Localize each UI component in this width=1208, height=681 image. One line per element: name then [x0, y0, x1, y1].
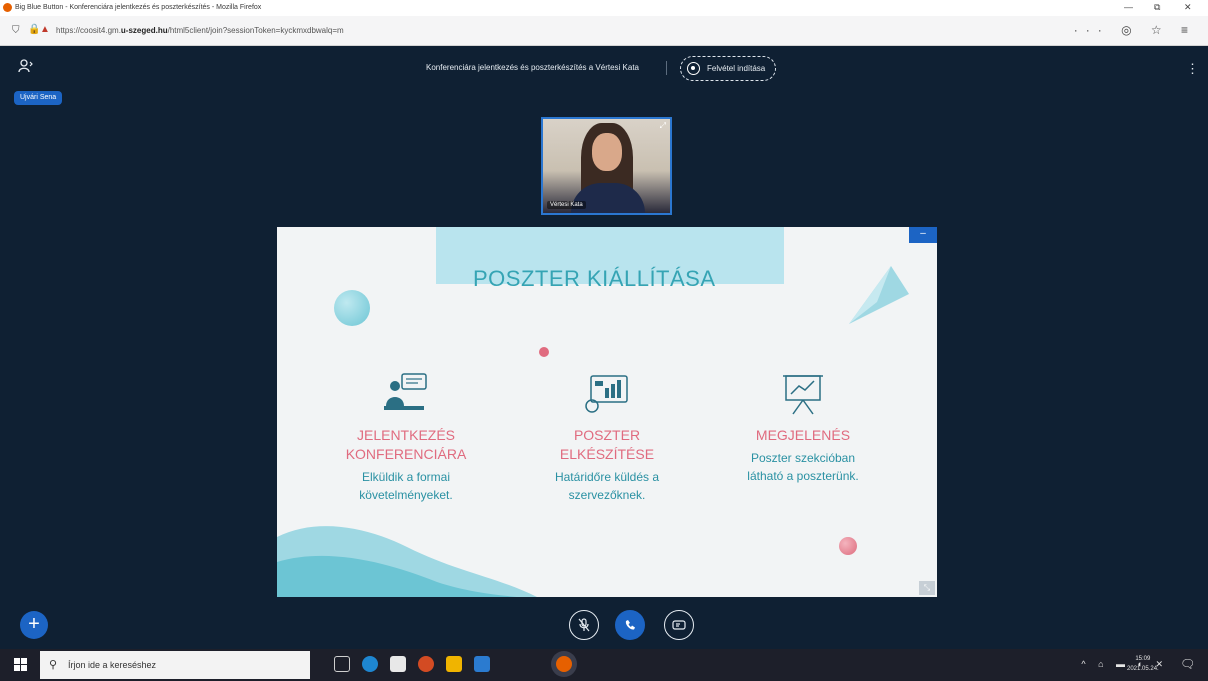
decor-ball-pink	[839, 537, 857, 555]
fullscreen-icon[interactable]: ⤢	[660, 121, 666, 131]
office-icon[interactable]	[418, 656, 434, 672]
kebab-menu-icon[interactable]: ⋮	[1186, 61, 1199, 77]
title-divider	[666, 61, 667, 75]
webcam-video[interactable]: Vértesi Kata ⤢	[541, 117, 672, 215]
minimize-window-button[interactable]: —	[1124, 2, 1133, 12]
taskbar-search-input[interactable]: ⚲ Írjon ide a kereséshez	[40, 651, 310, 679]
column-poster-making: POSZTER ELKÉSZÍTÉSE Határidőre küldés a sz…	[517, 372, 697, 504]
webcam-person-face	[592, 133, 622, 171]
store-icon[interactable]	[390, 656, 406, 672]
share-webcam-button[interactable]	[664, 610, 694, 640]
actions-plus-button[interactable]: +	[20, 611, 48, 639]
column-text: Poszter szekcióban látható a poszterünk.	[747, 451, 859, 483]
firefox-taskbar-icon[interactable]	[556, 656, 572, 672]
column-text: Határidőre küldés a szervezőknek.	[554, 470, 660, 502]
resize-handle-icon[interactable]: ⤡	[919, 581, 935, 595]
mail-icon[interactable]	[474, 656, 490, 672]
lock-icon[interactable]: 🔒	[28, 24, 40, 35]
notification-icon[interactable]: 🗨	[1180, 657, 1195, 671]
windows-taskbar: ⚲ Írjon ide a kereséshez ^ ⌂ ▬ ◐ ✕ 15:09…	[0, 649, 1208, 681]
meeting-title: Konferenciára jelentkezés és poszterkész…	[426, 63, 639, 72]
leave-audio-button[interactable]	[615, 610, 645, 640]
meeting-area: Ujvári Sena Konferenciára jelentkezés és…	[0, 47, 1208, 649]
chart-board-icon	[585, 375, 628, 413]
microphone-icon	[578, 618, 590, 632]
clock-date: 2021.05.24.	[1127, 666, 1159, 672]
column-heading: POSZTER ELKÉSZÍTÉSE	[559, 427, 655, 462]
edge-icon[interactable]	[362, 656, 378, 672]
record-label: Felvétel indítása	[707, 64, 766, 73]
task-view-icon[interactable]	[334, 656, 350, 672]
url-domain: u-szeged.hu	[120, 26, 168, 35]
start-recording-button[interactable]: Felvétel indítása	[680, 56, 777, 81]
minimize-presentation-button[interactable]: –	[909, 227, 937, 243]
firefox-icon	[3, 3, 12, 12]
windows-start-icon[interactable]	[14, 658, 28, 672]
permission-icon[interactable]: ▲	[40, 24, 50, 35]
slide-title: POSZTER KIÁLLÍTÁSA	[473, 266, 716, 291]
column-heading: MEGJELENÉS	[755, 427, 851, 443]
clock[interactable]: 15:09 2021.05.24.	[1127, 654, 1159, 674]
easel-chart-icon	[783, 375, 823, 415]
window-title: Big Blue Button - Konferenciára jelentke…	[15, 4, 262, 11]
file-explorer-icon[interactable]	[446, 656, 462, 672]
search-placeholder: Írjon ide a kereséshez	[68, 660, 157, 670]
decor-ball-red	[539, 347, 549, 357]
webcam-name-label: Vértesi Kata	[547, 201, 586, 209]
toolbar-icons[interactable]: ··· ◎ ☆ ≡	[1074, 23, 1196, 37]
close-window-button[interactable]: ✕	[1184, 2, 1192, 13]
microphone-button[interactable]	[569, 610, 599, 640]
column-text: Elküldik a formai követelményeket.	[359, 470, 453, 502]
phone-icon	[625, 620, 635, 630]
window-titlebar: Big Blue Button - Konferenciára jelentke…	[0, 0, 1208, 16]
column-appearance: MEGJELENÉS Poszter szekcióban látható a p…	[713, 372, 893, 485]
camera-icon	[672, 620, 686, 630]
presentation-slide: POSZTER KIÁLLÍTÁSA – ⤡ JELENTKEZÉS KONFER…	[277, 227, 937, 597]
clock-time: 15:09	[1135, 656, 1151, 662]
record-icon	[687, 62, 700, 75]
users-icon[interactable]	[18, 59, 34, 76]
url-path: /html5client/join?sessionToken=kyckmxdbw…	[167, 26, 344, 35]
browser-navbar: ⛉ 🔒 ▲ https://coosit4.gm.u-szeged.hu/htm…	[0, 16, 1208, 46]
presenter-icon	[384, 373, 427, 410]
decor-ball-blue	[334, 290, 370, 326]
url-prefix: https://coosit4.gm.	[56, 26, 121, 35]
tracking-shield-icon[interactable]: ⛉	[12, 25, 20, 36]
column-heading: JELENTKEZÉS KONFERENCIÁRA	[345, 427, 467, 462]
presenter-badge[interactable]: Ujvári Sena	[14, 91, 63, 105]
decor-wave	[277, 526, 537, 597]
maximize-window-button[interactable]: ⧉	[1154, 2, 1160, 13]
paper-plane-icon	[849, 266, 909, 324]
column-registration: JELENTKEZÉS KONFERENCIÁRA Elküldik a form…	[316, 372, 496, 504]
search-icon: ⚲	[49, 659, 58, 671]
address-bar[interactable]: https://coosit4.gm.u-szeged.hu/html5clie…	[56, 26, 344, 35]
